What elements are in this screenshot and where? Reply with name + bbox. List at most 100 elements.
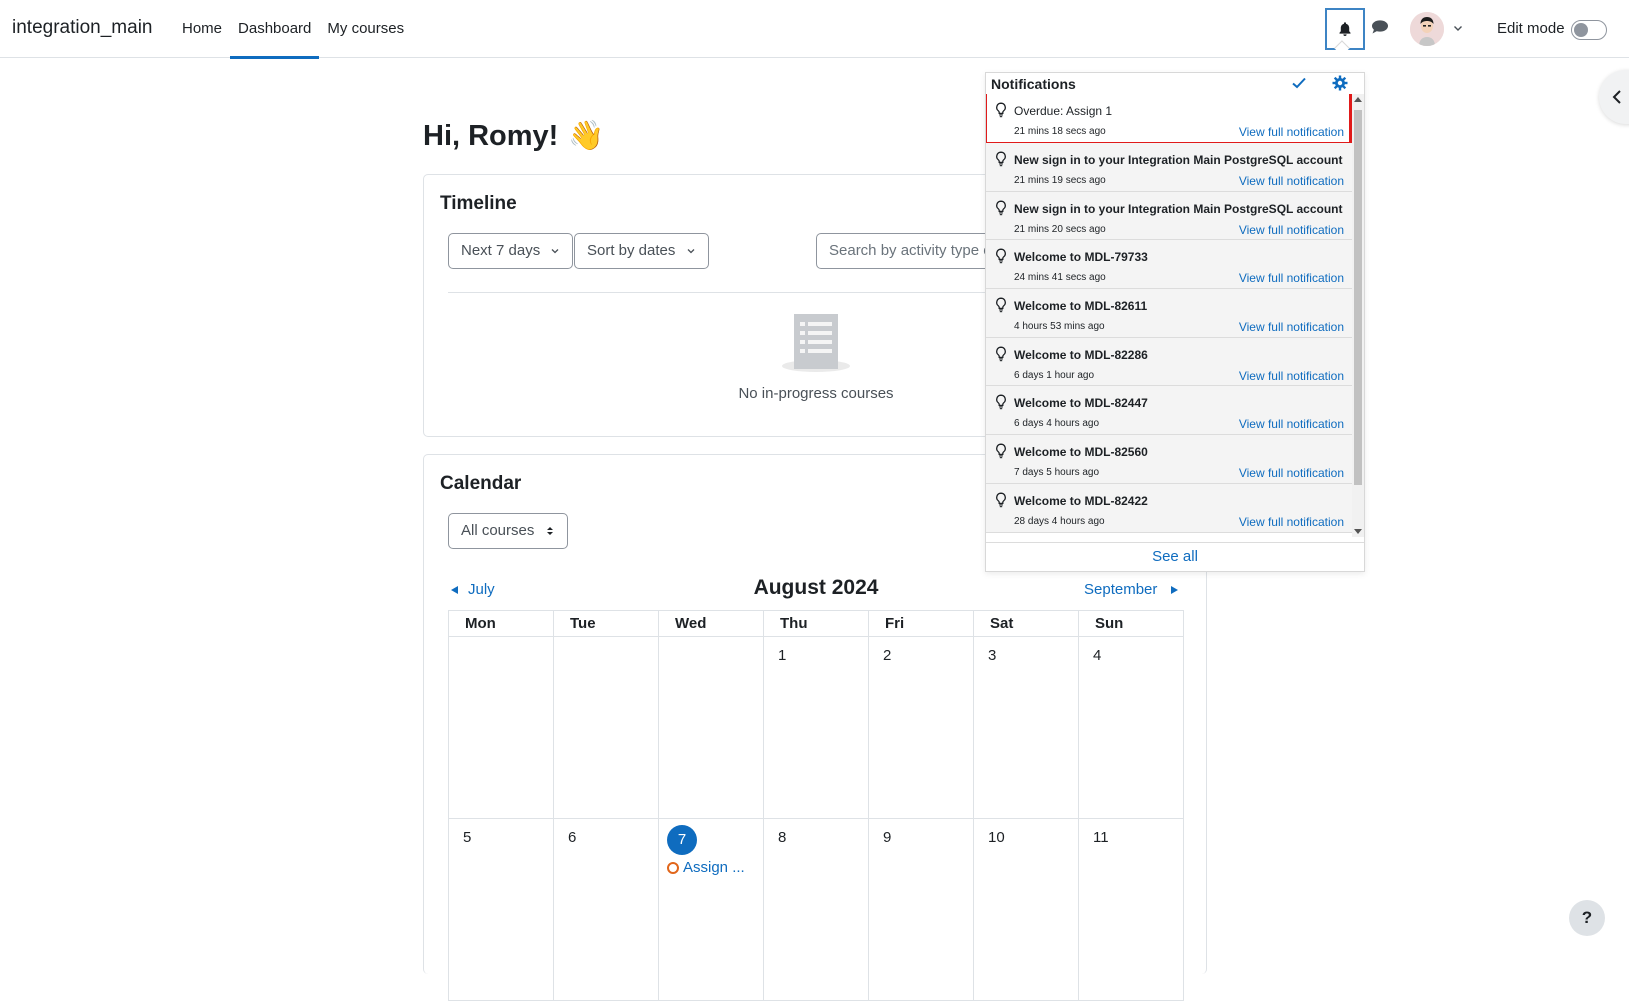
day-number: 10 [988,829,1005,846]
help-button[interactable]: ? [1569,900,1605,936]
chat-bubble-icon [1372,20,1388,34]
messages-button[interactable] [1371,19,1391,39]
view-full-notification-link[interactable]: View full notification [1239,174,1344,188]
calendar-day-cell[interactable] [658,636,764,819]
notification-time: 6 days 4 hours ago [1014,418,1100,430]
view-full-notification-link[interactable]: View full notification [1239,466,1344,480]
lightbulb-icon [996,151,1006,167]
calendar-next-month[interactable]: September [1084,581,1179,598]
gear-icon[interactable] [1332,75,1348,91]
calendar-day-cell-today[interactable]: 7 Assign ... [658,818,764,1001]
next-month-label: September [1084,581,1158,598]
edit-mode-label: Edit mode [1497,20,1565,37]
chevron-down-icon [551,249,559,254]
mark-all-read-icon[interactable] [1291,76,1307,90]
calendar-day-cell[interactable] [448,636,554,819]
timeline-day-filter-label: Next 7 days [461,242,541,259]
scroll-up-arrow[interactable] [1354,97,1362,102]
timeline-title: Timeline [440,193,517,214]
edit-mode-toggle[interactable] [1571,20,1607,40]
nav-dashboard[interactable]: Dashboard [230,0,320,59]
primary-navigation: Home Dashboard My courses [174,0,412,59]
chevron-down-icon [687,249,695,254]
notification-item[interactable]: New sign in to your Integration Main Pos… [986,143,1352,192]
day-number: 4 [1093,647,1102,664]
scroll-down-arrow[interactable] [1354,529,1362,534]
notifications-header: Notifications [986,73,1364,93]
calendar-event-label[interactable]: Assign ... [683,859,745,876]
notification-time: 7 days 5 hours ago [1014,467,1100,479]
view-full-notification-link[interactable]: View full notification [1239,320,1344,334]
user-avatar[interactable] [1410,12,1444,46]
notification-time: 6 days 1 hour ago [1014,369,1095,381]
waving-hand-icon: 👋 [568,120,605,152]
page-greeting: Hi, Romy! 👋 [423,119,604,153]
view-full-notification-link[interactable]: View full notification [1239,417,1344,431]
nav-my-courses[interactable]: My courses [319,0,412,58]
notifications-popover: Notifications Overdue: Assign 1 21 mins 1… [985,72,1365,572]
notification-time: 21 mins 19 secs ago [1014,175,1106,186]
see-all-notifications-link[interactable]: See all [986,542,1364,571]
scrollbar-thumb[interactable] [1354,110,1362,485]
weekday-header: Sun [1078,610,1184,637]
notification-subject: Welcome to MDL-82447 [1014,396,1148,411]
view-full-notification-link[interactable]: View full notification [1239,515,1344,529]
lightbulb-icon [996,248,1006,264]
view-full-notification-link[interactable]: View full notification [1239,271,1344,285]
notification-time: 4 hours 53 mins ago [1014,321,1105,333]
view-full-notification-link[interactable]: View full notification [1239,223,1344,237]
calendar-day-cell[interactable]: 6 [553,818,659,1001]
chevron-down-icon[interactable] [1452,22,1464,34]
lightbulb-icon [996,492,1006,508]
notification-item[interactable]: Welcome to MDL-82422 28 days 4 hours ago V… [986,483,1352,533]
lightbulb-icon [996,394,1006,410]
chevron-left-icon [1612,90,1621,104]
calendar-day-cell[interactable]: 10 [973,818,1079,1001]
notifications-scrollbar[interactable] [1352,94,1364,537]
day-number: 5 [463,829,472,846]
calendar-course-select-label: All courses [461,522,535,539]
lightbulb-icon [996,346,1006,361]
view-full-notification-link[interactable]: View full notification [1239,369,1344,383]
notification-item[interactable]: Welcome to MDL-82286 6 days 1 hour ago Vie… [986,337,1352,387]
calendar-day-cell[interactable]: 11 [1078,818,1184,1001]
calendar-event-link[interactable]: Assign ... [667,859,749,876]
timeline-day-filter[interactable]: Next 7 days [448,233,574,269]
notifications-list: Overdue: Assign 1 21 mins 18 secs ago View… [986,94,1352,537]
weekday-header: Tue [553,610,659,637]
lightbulb-icon [996,102,1006,118]
weekday-header: Fri [868,610,974,637]
notification-item[interactable]: Welcome to MDL-82560 7 days 5 hours ago Vi… [986,435,1352,484]
calendar-course-select[interactable]: All courses [448,513,568,549]
timeline-sort-filter[interactable]: Sort by dates [574,233,709,269]
calendar-day-cell[interactable]: 1 [763,636,869,819]
calendar-day-cell[interactable]: 5 [448,818,554,1001]
calendar-day-cell[interactable]: 8 [763,818,869,1001]
calendar-day-cell[interactable]: 9 [868,818,974,1001]
notification-item[interactable]: Overdue: Assign 1 21 mins 18 secs ago View… [986,94,1352,145]
notification-time: 28 days 4 hours ago [1014,515,1105,527]
notification-item[interactable]: Welcome to MDL-82447 6 days 4 hours ago Vi… [986,386,1352,436]
calendar-title: Calendar [440,473,522,494]
calendar-day-cell[interactable] [553,636,659,819]
open-block-drawer-button[interactable] [1599,70,1629,124]
notification-subject: New sign in to your Integration Main Pos… [1014,201,1343,216]
calendar-day-cell[interactable]: 4 [1078,636,1184,819]
notification-item[interactable]: Welcome to MDL-79733 24 mins 41 secs ago V… [986,240,1352,290]
empty-courses-icon [782,314,850,372]
notification-item[interactable]: Welcome to MDL-82611 4 hours 53 mins ago V… [986,289,1352,338]
nav-home[interactable]: Home [174,0,230,58]
notification-item[interactable]: New sign in to your Integration Main Pos… [986,191,1352,241]
today-day-number[interactable]: 7 [667,825,697,855]
weekday-header: Thu [763,610,869,637]
day-number: 3 [988,647,997,664]
calendar-day-cell[interactable]: 3 [973,636,1079,819]
notifications-button[interactable] [1325,8,1365,50]
calendar-grid: Mon Tue Wed Thu Fri Sat Sun 1 2 3 4 5 6 [448,610,1184,1001]
calendar-day-cell[interactable]: 2 [868,636,974,819]
select-arrows-icon [546,527,553,536]
day-number: 8 [778,829,787,846]
view-full-notification-link[interactable]: View full notification [1239,125,1344,139]
overdue-event-icon [667,861,679,874]
site-name[interactable]: integration_main [12,17,152,39]
